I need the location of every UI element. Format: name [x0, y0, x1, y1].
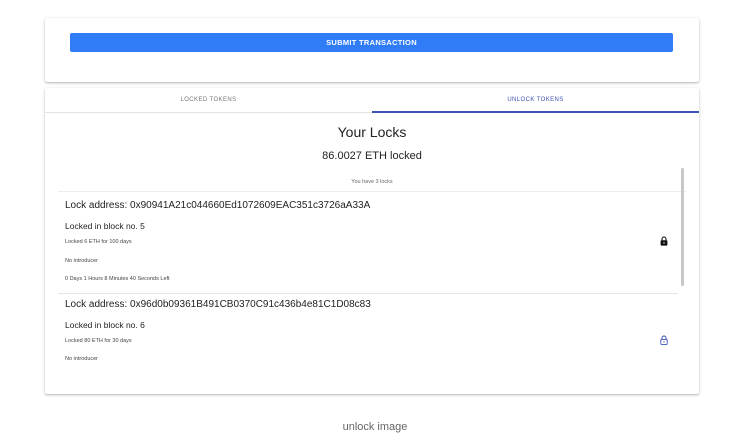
locks-card: LOCKED TOKENS UNLOCK TOKENS Your Locks 8… [45, 88, 699, 394]
transaction-card: SUBMIT TRANSACTION [45, 18, 699, 82]
page: SUBMIT TRANSACTION LOCKED TOKENS UNLOCK … [0, 0, 750, 438]
tab-bar: LOCKED TOKENS UNLOCK TOKENS [45, 88, 699, 113]
submit-transaction-button[interactable]: SUBMIT TRANSACTION [70, 33, 673, 52]
locks-count: You have 3 locks [351, 179, 393, 185]
locks-total: 86.0027 ETH locked [322, 150, 422, 162]
lock-closed-icon[interactable] [660, 236, 668, 246]
list-scrollbar[interactable] [681, 168, 684, 286]
lock-amount: Locked 6 ETH for 100 days [65, 239, 132, 245]
lock-open-icon[interactable] [660, 335, 668, 345]
lock-block: Locked in block no. 5 [65, 221, 145, 231]
lock-item: Lock address: 0x96d0b09361B491CB0370C91c… [58, 294, 678, 368]
tab-unlock-tokens[interactable]: UNLOCK TOKENS [372, 88, 699, 113]
locks-list[interactable]: Lock address: 0x90941A21c044660Ed1072609… [58, 191, 686, 368]
lock-address: Lock address: 0x96d0b09361B491CB0370C91c… [65, 299, 371, 310]
tab-locked-tokens[interactable]: LOCKED TOKENS [45, 88, 372, 112]
lock-amount: Locked 80 ETH for 30 days [65, 338, 132, 344]
lock-introducer: No introducer [65, 356, 99, 362]
lock-item: Lock address: 0x90941A21c044660Ed1072609… [58, 192, 678, 293]
lock-block: Locked in block no. 6 [65, 320, 145, 330]
lock-time-left: 0 Days 1 Hours 8 Minutes 40 Seconds Left [65, 276, 170, 282]
image-caption: unlock image [342, 421, 408, 433]
lock-address: Lock address: 0x90941A21c044660Ed1072609… [65, 200, 371, 211]
locks-title: Your Locks [337, 124, 407, 140]
lock-introducer: No introducer [65, 258, 99, 264]
